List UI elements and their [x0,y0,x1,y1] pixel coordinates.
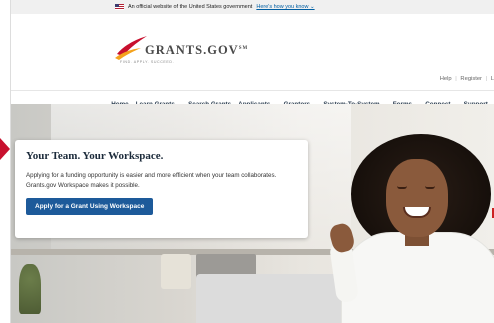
desk-object-image [161,254,191,289]
gov-banner-text: An official website of the United States… [128,4,253,10]
person-eye-image [425,186,435,189]
hero-description: Applying for a funding opportunity is ea… [26,172,277,189]
help-link[interactable]: Help [440,76,452,82]
chevron-down-icon: ⌄ [309,4,315,10]
browser-viewport: An official website of the United States… [10,0,494,323]
us-flag-icon [115,4,124,10]
plant-image [19,264,41,314]
hero-card: Your Team. Your Workspace. Applying for … [15,140,308,238]
logo-swoosh-icon [115,36,147,60]
gov-banner-link[interactable]: Here's how you know ⌄ [256,4,314,10]
logo-tagline: FIND. APPLY. SUCCEED. [120,60,175,64]
hero-title: Your Team. Your Workspace. [26,150,164,162]
hero-banner: Your Team. Your Workspace. Applying for … [11,104,494,323]
site-header: GRANTS.GOVSM FIND. APPLY. SUCCEED. Help … [11,14,494,82]
grants-gov-logo[interactable]: GRANTS.GOVSM FIND. APPLY. SUCCEED. [115,32,255,72]
utility-links: Help | Register | L [439,76,494,82]
gov-banner: An official website of the United States… [11,0,494,14]
person-face-image [386,159,448,237]
apply-workspace-button[interactable]: Apply for a Grant Using Workspace [26,198,154,215]
register-link[interactable]: Register [460,76,482,82]
left-pointer-arrow [0,138,10,160]
person-eye-image [397,186,407,189]
logo-wordmark: GRANTS.GOVSM [145,43,249,57]
